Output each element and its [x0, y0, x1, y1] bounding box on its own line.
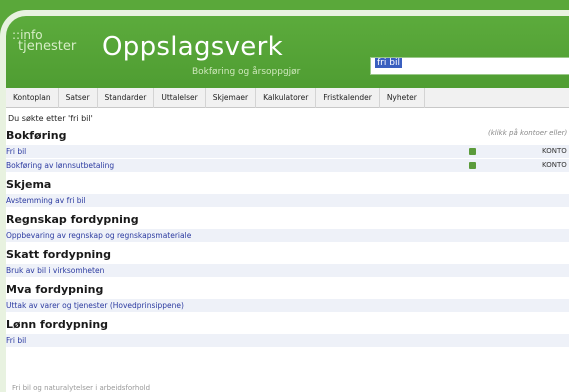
result-row: Bokføring av lønnsutbetaling KONTO	[6, 159, 569, 173]
result-section: Lønn fordypning Fri bil	[6, 313, 569, 348]
infotjenester-logo[interactable]: ::info tjenester	[12, 29, 76, 53]
search-result-note: Du søkte etter 'fri bil'	[8, 114, 93, 123]
result-row: Fri bil KONTO	[6, 145, 569, 159]
menu-item-kalkulatorer[interactable]: Kalkulatorer	[256, 87, 317, 108]
footer-cut-text: Fri bil og naturalytelser i arbeidsforho…	[12, 384, 151, 392]
app-header: ::info tjenester Oppslagsverk Bokføring …	[6, 16, 569, 88]
result-link[interactable]: Bruk av bil i virksomheten	[6, 266, 104, 275]
section-header: Bokføring (klikk på kontoer eller)	[6, 124, 569, 145]
result-row: Bruk av bil i virksomheten	[6, 264, 569, 278]
result-section: Bokføring (klikk på kontoer eller) Fri bil…	[6, 124, 569, 173]
section-title: Skjema	[6, 178, 52, 191]
menu-item-uttalelser[interactable]: Uttalelser	[154, 87, 206, 108]
section-title: Mva fordypning	[6, 283, 104, 296]
app-title: Oppslagsverk	[102, 32, 283, 62]
menu-item-satser[interactable]: Satser	[59, 87, 98, 108]
result-section: Regnskap fordypning Oppbevaring av regnsk…	[6, 208, 569, 243]
section-header: Lønn fordypning	[6, 313, 569, 334]
section-title: Lønn fordypning	[6, 318, 109, 331]
section-title: Regnskap fordypning	[6, 213, 139, 226]
result-link[interactable]: Avstemming av fri bil	[6, 196, 86, 205]
table-icon	[469, 148, 476, 155]
table-icon	[469, 162, 476, 169]
main-menu: Kontoplan Satser Standarder Uttalelser Skjem…	[6, 87, 569, 108]
result-kind: KONTO	[542, 161, 567, 169]
result-kind: KONTO	[542, 147, 567, 155]
menu-item-kontoplan[interactable]: Kontoplan	[6, 87, 59, 108]
result-row: Avstemming av fri bil	[6, 194, 569, 208]
result-link[interactable]: Uttak av varer og tjenester (Hovedprinsi…	[6, 301, 184, 310]
result-section: Skjema Avstemming av fri bil	[6, 173, 569, 208]
result-section: Mva fordypning Uttak av varer og tjeneste…	[6, 278, 569, 313]
hint-text: (klikk på kontoer eller)	[488, 129, 568, 137]
section-title: Skatt fordypning	[6, 248, 111, 261]
search-input[interactable]: fri bil	[370, 57, 569, 75]
app-subtitle: Bokføring og årsoppgjør	[192, 67, 301, 77]
search-input-value: fri bil	[375, 58, 402, 68]
menu-item-standarder[interactable]: Standarder	[98, 87, 155, 108]
menu-item-nyheter[interactable]: Nyheter	[380, 87, 425, 108]
result-link[interactable]: Fri bil	[6, 336, 26, 345]
result-row: Fri bil	[6, 334, 569, 348]
section-header: Mva fordypning	[6, 278, 569, 299]
result-link[interactable]: Fri bil	[6, 147, 26, 156]
result-link[interactable]: Bokføring av lønnsutbetaling	[6, 161, 114, 170]
section-title: Bokføring	[6, 129, 67, 142]
section-header: Skatt fordypning	[6, 243, 569, 264]
menu-item-skjemaer[interactable]: Skjemaer	[206, 87, 257, 108]
app-window: ::info tjenester Oppslagsverk Bokføring …	[0, 10, 569, 392]
section-header: Skjema	[6, 173, 569, 194]
result-row: Oppbevaring av regnskap og regnskapsmate…	[6, 229, 569, 243]
menu-item-fristkalender[interactable]: Fristkalender	[316, 87, 380, 108]
results-list: Bokføring (klikk på kontoer eller) Fri bil…	[6, 124, 569, 348]
section-header: Regnskap fordypning	[6, 208, 569, 229]
result-link[interactable]: Oppbevaring av regnskap og regnskapsmate…	[6, 231, 191, 240]
result-row: Uttak av varer og tjenester (Hovedprinsi…	[6, 299, 569, 313]
result-section: Skatt fordypning Bruk av bil i virksomhet…	[6, 243, 569, 278]
